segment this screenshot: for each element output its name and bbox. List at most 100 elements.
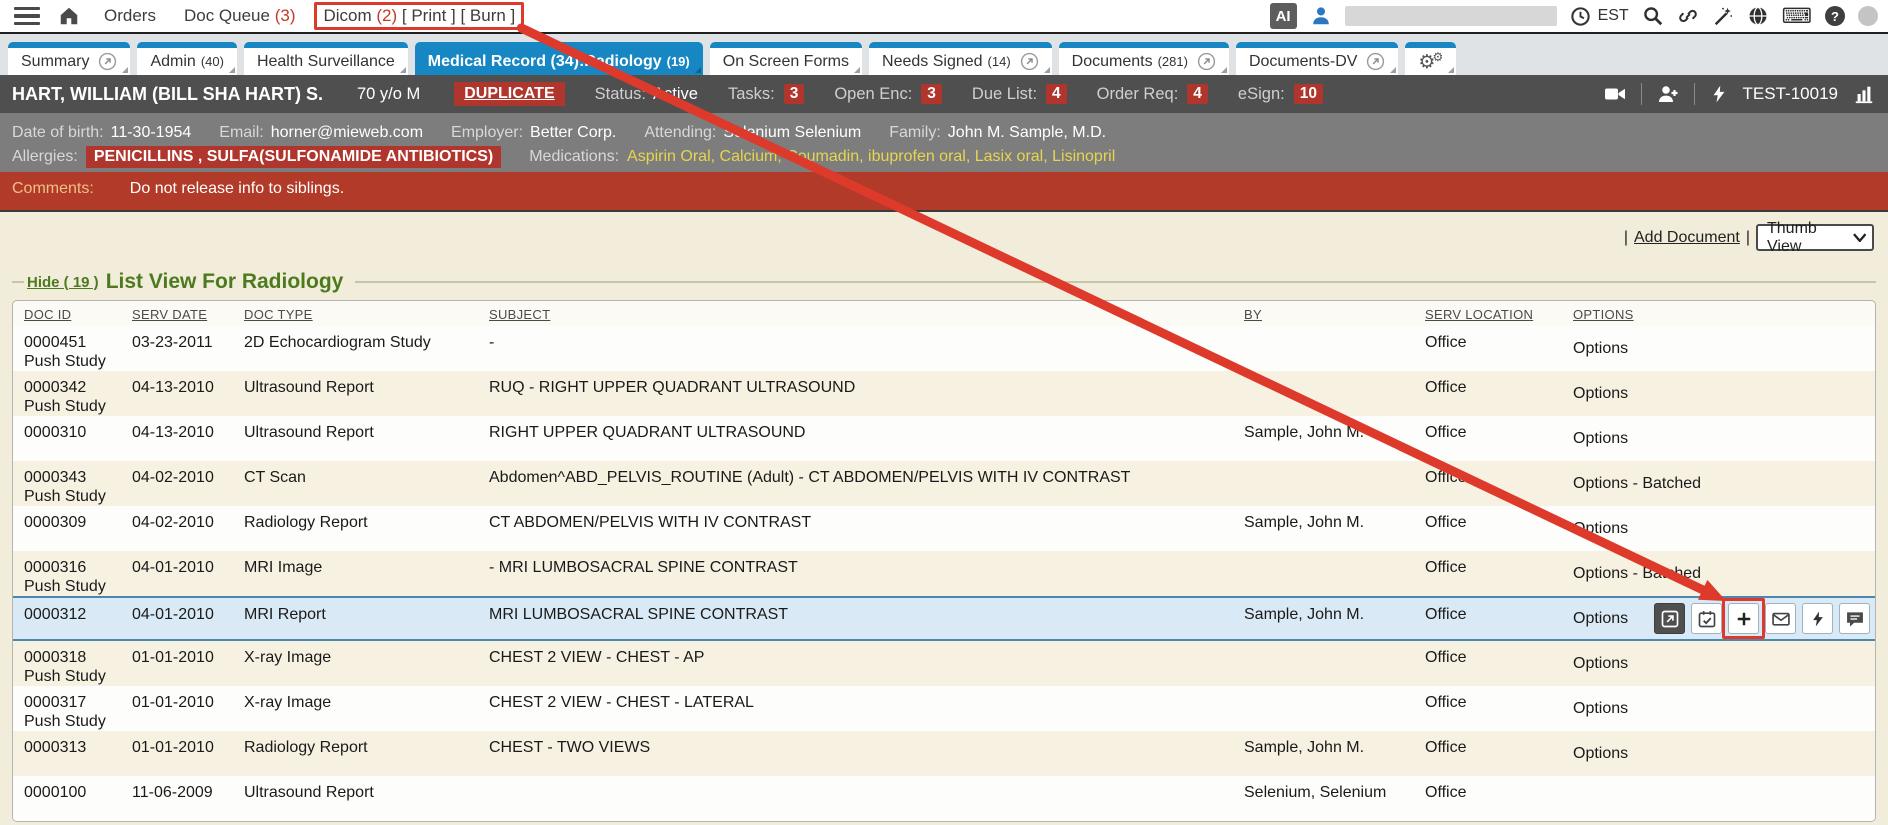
options-link[interactable]: Options (1573, 654, 1628, 673)
row-icon-comment-icon[interactable] (1839, 603, 1870, 634)
column-doc-id[interactable]: DOC ID (13, 307, 121, 322)
add-person-icon[interactable] (1656, 82, 1680, 106)
doc-id-value[interactable]: 0000451 (24, 333, 121, 352)
column-subject[interactable]: SUBJECT (478, 307, 1233, 322)
tab-admin[interactable]: Admin(40) (137, 42, 236, 75)
table-row-0000318[interactable]: 0000318Push Study01-01-2010X-ray ImageCH… (13, 641, 1875, 686)
table-row-0000312[interactable]: 000031204-01-2010MRI ReportMRI LUMBOSACR… (13, 596, 1875, 641)
tab-documents[interactable]: Documents(281) (1059, 42, 1229, 75)
top-navigation-bar: Orders Doc Queue (3) Dicom (2) [ Print ] [… (0, 0, 1888, 34)
allergies-label: Allergies: (12, 148, 78, 166)
keyboard-icon[interactable]: ⌨ (1782, 6, 1812, 26)
gear-icon-small: ⚙ (1432, 50, 1443, 64)
options-link[interactable]: Options (1573, 339, 1628, 358)
row-icon-bolt-icon[interactable] (1802, 603, 1833, 634)
cell-doc-type: Ultrasound Report (233, 416, 478, 461)
ai-badge[interactable]: AI (1270, 3, 1297, 29)
cell-options: Options (1562, 506, 1875, 551)
search-icon[interactable] (1642, 5, 1664, 27)
status-label: Status: (595, 85, 646, 104)
home-icon[interactable] (58, 5, 80, 27)
globe-icon[interactable] (1747, 5, 1769, 27)
cell-doc-id: 0000316Push Study (13, 551, 121, 596)
hamburger-menu-icon[interactable] (14, 7, 40, 26)
doc-id-value[interactable]: 0000312 (24, 605, 121, 624)
tab-medical-record-34-radiology[interactable]: Medical Record (34):Radiology(19) (415, 42, 703, 75)
column-options[interactable]: OPTIONS (1562, 307, 1875, 322)
link-icon[interactable] (1677, 5, 1699, 27)
nav-item-doc-queue[interactable]: Doc Queue (3) (184, 6, 296, 26)
doc-id-value[interactable]: 0000100 (24, 783, 121, 802)
options-link[interactable]: Options (1573, 384, 1628, 403)
cell-subject: RIGHT UPPER QUADRANT ULTRASOUND (478, 416, 1233, 461)
tab-count: (281) (1158, 54, 1188, 69)
tab-needs-signed[interactable]: Needs Signed(14) (869, 42, 1052, 75)
tab-documents-dv[interactable]: Documents-DV (1236, 42, 1398, 75)
medications-list[interactable]: Aspirin Oral, Calcium, Coumadin, ibuprof… (627, 148, 1115, 166)
doc-id-value[interactable]: 0000342 (24, 378, 121, 397)
doc-id-value[interactable]: 0000318 (24, 648, 121, 667)
options-link[interactable]: Options (1573, 519, 1628, 538)
table-row-0000309[interactable]: 000030904-02-2010Radiology ReportCT ABDO… (13, 506, 1875, 551)
video-camera-icon[interactable] (1603, 82, 1627, 106)
row-icon-calendar-check-icon[interactable] (1691, 603, 1722, 634)
table-row-0000310[interactable]: 000031004-13-2010Ultrasound ReportRIGHT … (13, 416, 1875, 461)
column-serv-date[interactable]: SERV DATE (121, 307, 233, 322)
row-icon-image-export-icon[interactable] (1654, 603, 1685, 634)
duplicate-badge[interactable]: DUPLICATE (454, 82, 564, 106)
table-row-0000451[interactable]: 0000451Push Study03-23-20112D Echocardio… (13, 326, 1875, 371)
allergies-badge[interactable]: PENICILLINS , SULFA(SULFONAMIDE ANTIBIOT… (86, 146, 501, 168)
counter-badge-esign[interactable]: 10 (1294, 84, 1323, 104)
options-link[interactable]: Options (1573, 609, 1628, 628)
cell-serv-location: Office (1414, 326, 1562, 371)
tab-health-surveillance[interactable]: Health Surveillance (244, 42, 408, 75)
doc-id-value[interactable]: 0000309 (24, 513, 121, 532)
magic-wand-icon[interactable] (1712, 5, 1734, 27)
nav-item-orders[interactable]: Orders (104, 6, 156, 26)
cell-doc-id: 0000451Push Study (13, 326, 121, 371)
table-row-0000100[interactable]: 000010011-06-2009Ultrasound ReportSeleni… (13, 776, 1875, 821)
view-mode-select[interactable]: Thumb View (1756, 224, 1874, 251)
cell-doc-type: Ultrasound Report (233, 371, 478, 416)
options-link[interactable]: Options (1573, 744, 1628, 763)
add-document-link[interactable]: Add Document (1634, 229, 1740, 247)
column-doc-type[interactable]: DOC TYPE (233, 307, 478, 322)
bolt-icon[interactable] (1709, 83, 1729, 105)
hide-link[interactable]: Hide ( 19 ) (27, 274, 99, 291)
table-row-0000313[interactable]: 000031301-01-2010Radiology ReportCHEST -… (13, 731, 1875, 776)
help-icon[interactable]: ? (1825, 6, 1845, 26)
options-link[interactable]: Options - Batched (1573, 474, 1701, 493)
counter-badge-due-list[interactable]: 4 (1046, 84, 1067, 104)
options-link[interactable]: Options (1573, 699, 1628, 718)
chart-stats-icon[interactable] (1852, 83, 1876, 105)
patient-header-actions: TEST-10019 (1603, 82, 1876, 106)
counter-badge-tasks[interactable]: 3 (784, 84, 805, 104)
cell-serv-location: Office (1414, 641, 1562, 686)
column-serv-location[interactable]: SERV LOCATION (1414, 307, 1562, 322)
nav-item-dicom[interactable]: Dicom (2) [ Print ] [ Burn ] (323, 6, 515, 26)
row-icon-plus-icon[interactable] (1728, 603, 1759, 634)
user-icon[interactable] (1310, 5, 1332, 27)
patient-demographics-bar: Date of birth:11-30-1954Email:horner@mie… (0, 113, 1888, 172)
doc-id-value[interactable]: 0000343 (24, 468, 121, 487)
options-link[interactable]: Options - Batched (1573, 564, 1701, 583)
cell-doc-type: Ultrasound Report (233, 776, 478, 821)
tab-settings[interactable]: ⚙⚙ (1405, 42, 1456, 75)
doc-id-value[interactable]: 0000316 (24, 558, 121, 577)
options-link[interactable]: Options (1573, 429, 1628, 448)
table-row-0000317[interactable]: 0000317Push Study01-01-2010X-ray ImageCH… (13, 686, 1875, 731)
table-row-0000343[interactable]: 0000343Push Study04-02-2010CT ScanAbdome… (13, 461, 1875, 506)
table-row-0000316[interactable]: 0000316Push Study04-01-2010MRI Image- MR… (13, 551, 1875, 596)
cell-doc-id: 0000310 (13, 416, 121, 461)
counter-badge-open-enc[interactable]: 3 (921, 84, 942, 104)
doc-id-value[interactable]: 0000317 (24, 693, 121, 712)
doc-id-value[interactable]: 0000313 (24, 738, 121, 757)
table-row-0000342[interactable]: 0000342Push Study04-13-2010Ultrasound Re… (13, 371, 1875, 416)
counter-badge-order-req[interactable]: 4 (1187, 84, 1208, 104)
clock-icon[interactable] (1570, 6, 1591, 27)
row-icon-envelope-icon[interactable] (1765, 603, 1796, 634)
column-by[interactable]: BY (1233, 307, 1414, 322)
doc-id-value[interactable]: 0000310 (24, 423, 121, 442)
tab-on-screen-forms[interactable]: On Screen Forms (710, 42, 862, 75)
tab-summary[interactable]: Summary (8, 42, 130, 75)
